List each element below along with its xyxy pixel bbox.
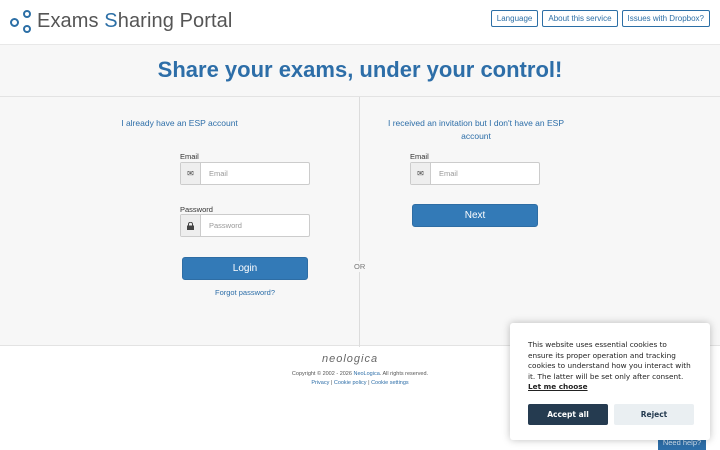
accept-all-button[interactable]: Accept all bbox=[528, 404, 608, 425]
reject-button[interactable]: Reject bbox=[614, 404, 694, 425]
page-title: Share your exams, under your control! bbox=[157, 57, 563, 82]
footer-separator: | bbox=[368, 380, 370, 386]
password-label: Password bbox=[180, 205, 213, 214]
login-button[interactable]: Login bbox=[182, 257, 308, 280]
login-email-group: ✉ bbox=[180, 162, 310, 185]
footer-separator: | bbox=[330, 380, 333, 386]
logo-circles-icon bbox=[10, 8, 34, 34]
envelope-icon: ✉ bbox=[181, 163, 201, 184]
login-email-input[interactable] bbox=[201, 163, 309, 184]
neologica-link[interactable]: NeoLogica bbox=[353, 371, 379, 377]
next-button[interactable]: Next bbox=[412, 204, 538, 227]
cookie-banner: This website uses essential cookies to e… bbox=[510, 323, 710, 440]
cookie-policy-link[interactable]: Cookie policy bbox=[334, 380, 367, 386]
about-service-button[interactable]: About this service bbox=[542, 10, 618, 27]
or-divider: OR bbox=[354, 261, 366, 272]
invitation-panel: I received an invitation but I don't hav… bbox=[361, 97, 720, 347]
language-button[interactable]: Language bbox=[490, 10, 539, 27]
privacy-link[interactable]: Privacy bbox=[311, 380, 329, 386]
lock-icon bbox=[181, 215, 201, 236]
invitation-panel-title: I received an invitation but I don't hav… bbox=[388, 118, 564, 141]
invitation-email-label: Email bbox=[410, 152, 429, 161]
neologica-logo: neologica bbox=[322, 353, 379, 365]
let-me-choose-link[interactable]: Let me choose bbox=[528, 382, 692, 391]
password-input[interactable] bbox=[201, 215, 309, 236]
invitation-email-group: ✉ bbox=[410, 162, 540, 185]
cookie-settings-link[interactable]: Cookie settings bbox=[371, 380, 409, 386]
logo-text: Exams Sharing Portal bbox=[37, 9, 233, 32]
dropbox-issues-button[interactable]: Issues with Dropbox? bbox=[621, 10, 710, 27]
login-email-label: Email bbox=[180, 152, 199, 161]
cookie-buttons: Accept all Reject bbox=[528, 404, 694, 425]
envelope-icon: ✉ bbox=[411, 163, 431, 184]
invitation-email-input[interactable] bbox=[431, 163, 539, 184]
main-section: Share your exams, under your control! I … bbox=[0, 44, 720, 347]
password-group bbox=[180, 214, 310, 237]
top-nav: Language About this service Issues with … bbox=[490, 10, 710, 27]
site-logo[interactable]: Exams Sharing Portal bbox=[10, 8, 232, 34]
cookie-message: This website uses essential cookies to e… bbox=[528, 340, 691, 381]
login-panel: I already have an ESP account Email ✉ Pa… bbox=[0, 97, 360, 347]
header: Exams Sharing Portal Language About this… bbox=[0, 0, 720, 44]
login-panel-title: I already have an ESP account bbox=[121, 118, 238, 128]
